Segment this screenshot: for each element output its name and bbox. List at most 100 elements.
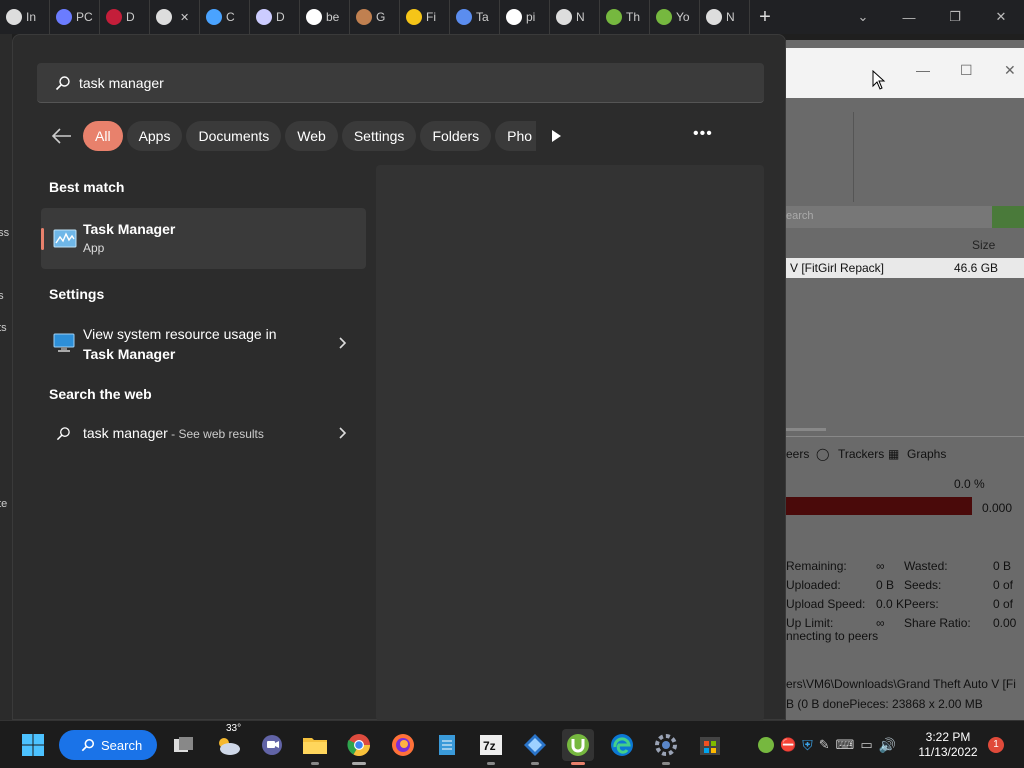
minimize-button[interactable]: —: [886, 10, 932, 25]
notification-badge[interactable]: 1: [988, 737, 1004, 753]
taskbar-search-button[interactable]: Search: [59, 730, 157, 760]
web-search-result[interactable]: task manager - See web results: [41, 415, 366, 451]
bg-search-button[interactable]: [992, 206, 1024, 228]
back-arrow-icon[interactable]: [51, 127, 73, 145]
filter-chip-settings[interactable]: Settings: [341, 121, 417, 151]
browser-tab-strip: In PC D ✕ C Dbe G Fi Ta pi N Th Yo N + ⌄ — ❐ ✕: [0, 0, 1024, 34]
browser-tab[interactable]: N: [550, 0, 600, 34]
bg-horizontal-scrollbar[interactable]: [786, 428, 826, 431]
filter-chip-documents[interactable]: Documents: [186, 121, 282, 151]
scroll-right-icon[interactable]: [550, 129, 562, 143]
bg-search-field[interactable]: earch: [786, 206, 992, 228]
bg-status-text: nnecting to peers: [786, 629, 879, 643]
browser-window-controls: ⌄ — ❐ ✕: [840, 0, 1024, 34]
task-view-icon: [174, 737, 193, 752]
bg-stat-label: Remaining:: [786, 559, 847, 573]
bg-stat-label: Share Ratio:: [904, 616, 971, 630]
browser-tab[interactable]: In: [0, 0, 50, 34]
pen-icon[interactable]: ✎: [819, 737, 830, 753]
bg-maximize-button[interactable]: ☐: [960, 62, 973, 79]
bg-tab-trackers[interactable]: Trackers: [838, 447, 884, 461]
browser-tab[interactable]: Th: [600, 0, 650, 34]
teams-chat-button[interactable]: [256, 729, 288, 761]
filter-chip-all[interactable]: All: [83, 121, 123, 151]
task-manager-icon: [53, 229, 77, 248]
settings-button[interactable]: [650, 729, 682, 765]
settings-result-system-resource[interactable]: View system resource usage in Task Manag…: [41, 318, 366, 368]
bg-minimize-button[interactable]: —: [916, 62, 930, 78]
browser-tab[interactable]: Fi: [400, 0, 450, 34]
background-window-titlebar: — ☐ ✕: [786, 48, 1024, 98]
restore-button[interactable]: ❐: [932, 9, 978, 25]
network-off-icon[interactable]: ⛔: [780, 737, 796, 753]
browser-tab[interactable]: pi: [500, 0, 550, 34]
filter-chip-web[interactable]: Web: [285, 121, 338, 151]
best-match-task-manager[interactable]: Task Manager App: [41, 208, 366, 269]
task-view-button[interactable]: [168, 729, 200, 761]
browser-tab-title: pi: [526, 10, 536, 24]
search-box[interactable]: task manager: [37, 63, 764, 103]
new-tab-button[interactable]: +: [750, 0, 780, 34]
utorrent-button[interactable]: [562, 729, 594, 765]
bg-torrent-name: V [FitGirl Repack]: [790, 261, 885, 275]
firefox-button[interactable]: [387, 729, 419, 761]
start-button[interactable]: [17, 729, 49, 761]
microsoft-store-button[interactable]: [694, 729, 726, 761]
utorrent-tray-icon[interactable]: [758, 737, 774, 753]
keyboard-icon[interactable]: ⌨: [836, 737, 855, 753]
bg-stat-label: Peers:: [904, 597, 939, 611]
windows-logo-icon: [22, 734, 44, 756]
taskbar-clock[interactable]: 3:22 PM 11/13/2022: [918, 730, 978, 760]
bg-size-column-header[interactable]: Size: [972, 238, 995, 252]
browser-tab[interactable]: PC: [50, 0, 100, 34]
bank-icon: [6, 9, 22, 25]
close-tab-icon[interactable]: ✕: [180, 11, 189, 24]
best-match-heading: Best match: [49, 179, 125, 195]
avatar-icon: [356, 9, 372, 25]
browser-tab[interactable]: D: [250, 0, 300, 34]
browser-tab-title: Ta: [476, 10, 489, 24]
browser-tab[interactable]: N: [700, 0, 750, 34]
weather-cloud-sun-icon: [219, 738, 240, 755]
notepad-button[interactable]: [431, 729, 463, 761]
file-explorer-button[interactable]: [299, 729, 331, 765]
background-torrent-window: — ☐ ✕ earch Size V [FitGirl Repack] 46.6…: [786, 40, 1024, 720]
filter-chip-pho[interactable]: Pho: [495, 121, 537, 151]
search-web-heading: Search the web: [49, 386, 152, 402]
background-window-left-edge: ↑ ess ds nts ute: [0, 34, 12, 720]
monitor-tray-icon[interactable]: ▭: [860, 737, 872, 753]
volume-icon[interactable]: 🔊: [879, 737, 896, 754]
browser-tab[interactable]: D: [100, 0, 150, 34]
browser-tab[interactable]: Ta: [450, 0, 500, 34]
bg-stat-value: 0 of: [993, 597, 1014, 611]
browser-tab[interactable]: G: [350, 0, 400, 34]
bg-availability-bar: [786, 497, 972, 515]
filter-chip-folders[interactable]: Folders: [420, 121, 492, 151]
bg-torrent-row[interactable]: V [FitGirl Repack] 46.6 GB: [786, 258, 1024, 278]
browser-tab[interactable]: ✕: [150, 0, 200, 34]
close-button[interactable]: ✕: [978, 9, 1024, 25]
search-input[interactable]: task manager: [79, 75, 164, 91]
chrome-button[interactable]: [343, 729, 375, 765]
edge-icon: [611, 734, 633, 756]
utorrent-icon: [656, 9, 672, 25]
bg-tab-graphs[interactable]: Graphs: [907, 447, 946, 461]
browser-tab-title: D: [276, 10, 285, 24]
7zip-button[interactable]: 7z: [475, 729, 507, 765]
taskbar-search-label: Search: [101, 737, 143, 753]
hex-icon: [406, 9, 422, 25]
bg-close-button[interactable]: ✕: [1004, 62, 1016, 79]
security-shield-icon[interactable]: ⛨: [802, 737, 813, 754]
filter-chip-apps[interactable]: Apps: [126, 121, 183, 151]
browser-tab[interactable]: Yo: [650, 0, 700, 34]
browser-tab-title: In: [26, 10, 37, 24]
bg-tab-peers[interactable]: eers: [786, 447, 809, 461]
more-options-icon[interactable]: •••: [693, 125, 713, 143]
tab-search-chevron-icon[interactable]: ⌄: [840, 9, 886, 25]
browser-tab[interactable]: be: [300, 0, 350, 34]
snipping-tool-button[interactable]: [519, 729, 551, 765]
browser-tab[interactable]: C: [200, 0, 250, 34]
firefox-icon: [392, 734, 414, 756]
google-icon: [306, 9, 322, 25]
edge-button[interactable]: [606, 729, 638, 761]
